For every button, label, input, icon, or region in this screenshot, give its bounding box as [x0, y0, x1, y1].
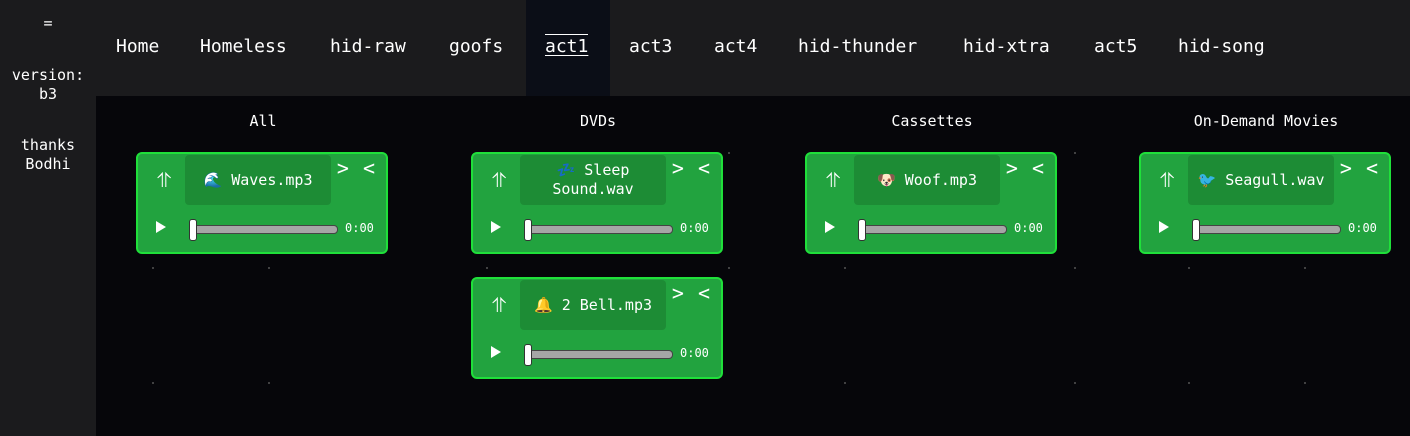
seek-slider[interactable]	[189, 219, 338, 241]
menu-toggle-button[interactable]: =	[0, 14, 96, 33]
top-nav: Home Homeless hid-raw goofs act1 act3 ac…	[96, 0, 1410, 96]
tab-hid-song[interactable]: hid-song	[1178, 36, 1265, 58]
grid-dot	[1074, 152, 1076, 154]
sound-emoji-icon: 🐶	[877, 170, 896, 189]
move-button[interactable]: > <	[672, 281, 711, 305]
seek-slider[interactable]	[524, 219, 673, 241]
move-button[interactable]: > <	[1006, 156, 1045, 180]
grid-dot	[1304, 267, 1306, 269]
tab-act4[interactable]: act4	[714, 36, 757, 58]
seek-slider[interactable]	[858, 219, 1007, 241]
board	[96, 96, 1410, 436]
drag-handle-icon[interactable]: ⥣	[489, 168, 509, 192]
credits-line-2: Bodhi	[25, 155, 71, 173]
tab-act5[interactable]: act5	[1094, 36, 1137, 58]
drag-handle-icon[interactable]: ⥣	[1157, 168, 1177, 192]
sound-emoji-icon: 💤	[556, 161, 576, 179]
sidebar: = version: b3 thanks Bodhi	[0, 0, 96, 436]
sound-card[interactable]: ⥣ 🔔 2 Bell.mp3 > < 0:00	[471, 277, 723, 379]
grid-dot	[1074, 382, 1076, 384]
play-icon[interactable]	[489, 344, 503, 360]
credits: thanks Bodhi	[0, 136, 96, 174]
drag-handle-icon[interactable]: ⥣	[823, 168, 843, 192]
seek-slider[interactable]	[1192, 219, 1341, 241]
grid-dot	[1188, 382, 1190, 384]
column-title-all: All	[249, 112, 277, 130]
seek-thumb[interactable]	[189, 219, 197, 241]
tab-goofs[interactable]: goofs	[449, 36, 503, 58]
sound-title: 💤 Sleep Sound.wav	[520, 155, 666, 205]
sound-card[interactable]: ⥣ 💤 Sleep Sound.wav > < 0:00	[471, 152, 723, 254]
tab-hid-thunder[interactable]: hid-thunder	[798, 36, 917, 58]
seek-thumb[interactable]	[524, 219, 532, 241]
version-label: version:	[11, 66, 85, 84]
sound-name: Woof.mp3	[904, 170, 977, 189]
column-title-cassettes: Cassettes	[891, 112, 973, 130]
sound-emoji-icon: 🔔	[533, 295, 553, 314]
seek-thumb[interactable]	[1192, 219, 1200, 241]
grid-dot	[728, 152, 730, 154]
version-value: b3	[38, 85, 58, 103]
time-readout: 0:00	[680, 221, 709, 235]
grid-dot	[152, 382, 154, 384]
grid-dot	[268, 382, 270, 384]
column-title-dvds: DVDs	[579, 112, 617, 130]
play-icon[interactable]	[154, 219, 168, 235]
time-readout: 0:00	[680, 346, 709, 360]
move-button[interactable]: > <	[337, 156, 376, 180]
tab-homeless[interactable]: Homeless	[200, 36, 287, 58]
column-title-on-demand-movies: On-Demand Movies	[1193, 112, 1339, 130]
grid-dot	[844, 382, 846, 384]
time-readout: 0:00	[1348, 221, 1377, 235]
move-button[interactable]: > <	[1340, 156, 1379, 180]
tab-hid-xtra[interactable]: hid-xtra	[963, 36, 1050, 58]
grid-dot	[844, 267, 846, 269]
sound-name: 2 Bell.mp3	[561, 295, 653, 314]
play-icon[interactable]	[489, 219, 503, 235]
seek-thumb[interactable]	[524, 344, 532, 366]
tab-hid-raw[interactable]: hid-raw	[330, 36, 406, 58]
version-info: version: b3	[0, 66, 96, 104]
play-icon[interactable]	[1157, 219, 1171, 235]
sound-title: 🐦 Seagull.wav	[1188, 155, 1334, 205]
grid-dot	[486, 267, 488, 269]
grid-dot	[152, 267, 154, 269]
grid-dot	[728, 267, 730, 269]
grid-dot	[1188, 267, 1190, 269]
sound-emoji-icon: 🐦	[1197, 170, 1217, 189]
sound-title: 🔔 2 Bell.mp3	[520, 280, 666, 330]
grid-dot	[268, 267, 270, 269]
credits-line-1: thanks	[20, 136, 76, 154]
time-readout: 0:00	[345, 221, 374, 235]
sound-card[interactable]: ⥣ 🐶 Woof.mp3 > < 0:00	[805, 152, 1057, 254]
play-icon[interactable]	[823, 219, 837, 235]
sound-name: Seagull.wav	[1225, 170, 1325, 189]
seek-slider[interactable]	[524, 344, 673, 366]
sound-title: 🐶 Woof.mp3	[854, 155, 1000, 205]
sound-name: Waves.mp3	[231, 170, 313, 189]
seek-thumb[interactable]	[858, 219, 866, 241]
tab-act1[interactable]: act1	[545, 34, 589, 58]
tab-home[interactable]: Home	[116, 36, 159, 58]
sound-title: 🌊 Waves.mp3	[185, 155, 331, 205]
tab-act3[interactable]: act3	[629, 36, 672, 58]
sound-card[interactable]: ⥣ 🌊 Waves.mp3 > < 0:00	[136, 152, 388, 254]
time-readout: 0:00	[1014, 221, 1043, 235]
sound-card[interactable]: ⥣ 🐦 Seagull.wav > < 0:00	[1139, 152, 1391, 254]
grid-dot	[1074, 267, 1076, 269]
sound-emoji-icon: 🌊	[203, 170, 223, 189]
drag-handle-icon[interactable]: ⥣	[489, 293, 509, 317]
grid-dot	[1304, 382, 1306, 384]
drag-handle-icon[interactable]: ⥣	[154, 168, 174, 192]
move-button[interactable]: > <	[672, 156, 711, 180]
